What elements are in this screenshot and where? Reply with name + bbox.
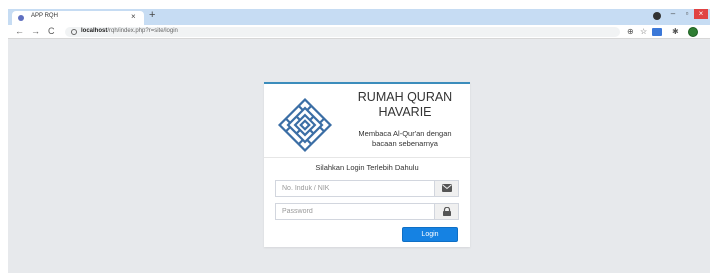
url-text[interactable]: localhost/rqh/index.php?r=site/login [81,28,178,34]
envelope-icon [434,181,458,196]
lock-icon [434,204,458,219]
avatar[interactable] [688,27,698,37]
brand-title-line2: HAVARIE [378,105,432,119]
tagline-line1: Membaca Al-Qur'an dengan [358,129,452,138]
zoom-icon[interactable]: ⊕ [627,27,634,36]
login-button[interactable]: Login [402,227,458,242]
tab-strip: APP RQH × + – ▫ × [8,9,710,25]
reload-button[interactable]: C [48,26,55,36]
favicon-icon [18,15,24,21]
divider [264,157,470,158]
close-window-button[interactable]: × [694,9,708,19]
url-path: /rqh/index.php?r=site/login [107,28,178,34]
forward-button[interactable]: → [31,26,40,36]
password-field [275,203,459,220]
brand-title-line1: RUMAH QURAN [357,90,453,104]
tab-title: APP RQH [31,13,58,19]
star-icon[interactable]: ☆ [640,27,647,36]
new-tab-button[interactable]: + [149,9,155,21]
tab-close-icon[interactable]: × [131,12,136,21]
address-bar[interactable]: localhost/rqh/index.php?r=site/login [65,27,620,37]
tagline-line2: bacaan sebenarnya [372,139,438,148]
window-controls: – ▫ × [666,9,708,21]
login-card: RUMAH QURAN HAVARIE Membaca Al-Qur'an de… [264,82,470,247]
browser-toolbar: ← → C localhost/rqh/index.php?r=site/log… [8,25,710,39]
puzzle-icon[interactable]: ✱ [672,27,679,36]
browser-tab[interactable]: APP RQH × [12,11,144,25]
username-field [275,180,459,197]
rqh-logo-icon [277,97,333,153]
login-prompt: Silahkan Login Terlebih Dahulu [315,163,419,172]
minimize-button[interactable]: – [666,9,680,19]
username-input[interactable] [276,181,434,196]
site-info-icon[interactable] [71,29,77,35]
profile-icon[interactable] [653,12,661,20]
url-host: localhost [81,28,108,34]
extension-icon[interactable] [652,28,662,36]
maximize-button[interactable]: ▫ [680,9,694,19]
back-button[interactable]: ← [15,26,24,36]
password-input[interactable] [276,204,434,219]
